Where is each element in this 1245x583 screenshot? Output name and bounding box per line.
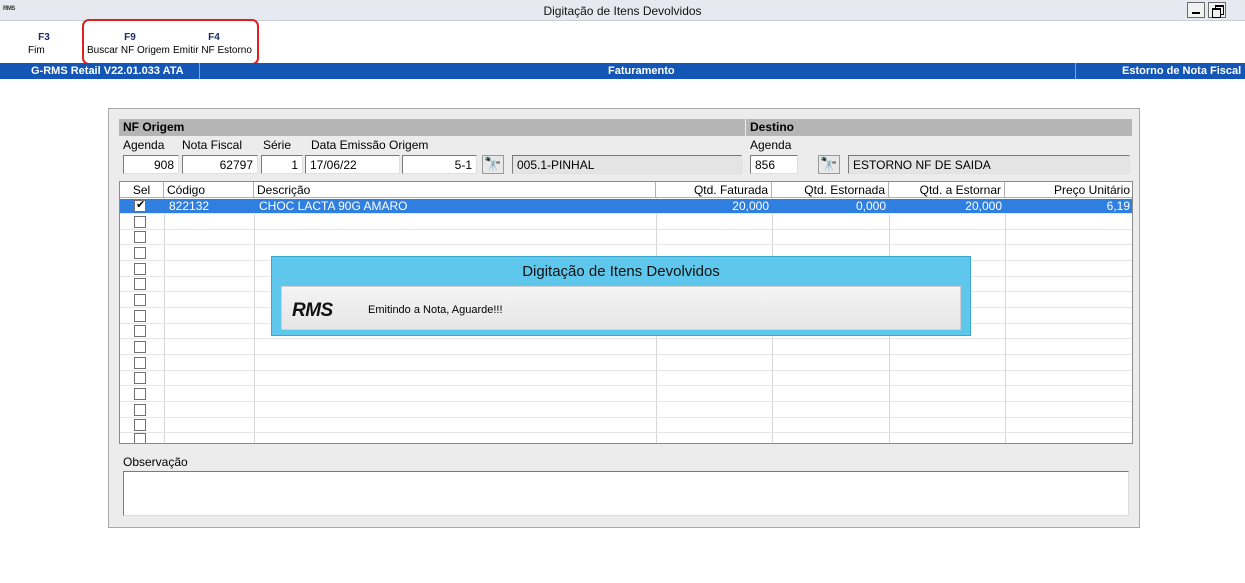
row-select-checkbox[interactable]: [134, 341, 146, 353]
grid-header: Sel Código Descrição Qtd. Faturada Qtd. …: [120, 182, 1132, 198]
table-row[interactable]: [120, 356, 1132, 371]
row-preco-unitario: 6,19: [1106, 199, 1130, 213]
row-select-checkbox[interactable]: [134, 372, 146, 384]
row-select-checkbox[interactable]: [134, 294, 146, 306]
module-text: Faturamento: [608, 65, 675, 77]
row-select-checkbox[interactable]: [134, 404, 146, 416]
table-row[interactable]: [120, 403, 1132, 418]
col-sel[interactable]: Sel: [120, 182, 164, 198]
row-select-checkbox[interactable]: [134, 419, 146, 431]
highlight-annotation: [82, 19, 259, 65]
row-qtd-estornar[interactable]: 20,000: [889, 199, 1005, 214]
row-select-checkbox[interactable]: [134, 388, 146, 400]
row-select-checkbox[interactable]: [134, 325, 146, 337]
row-select-checkbox[interactable]: [134, 247, 146, 259]
rms-logo: RMS: [292, 300, 333, 321]
col-preco-unitario[interactable]: Preço Unitário: [1005, 182, 1132, 198]
title-bar: RMS Digitação de Itens Devolvidos: [0, 0, 1245, 21]
row-codigo: 822132: [169, 199, 210, 213]
restore-button[interactable]: [1208, 2, 1226, 18]
destino-header: Destino: [746, 119, 1132, 136]
destino-descricao-field: ESTORNO NF DE SAIDA: [848, 155, 1130, 174]
observacao-textarea[interactable]: [123, 471, 1129, 516]
col-codigo[interactable]: Código: [164, 182, 254, 198]
agenda-label: Agenda: [123, 138, 165, 152]
row-select-checkbox[interactable]: [134, 433, 146, 443]
row-select-checkbox[interactable]: [134, 278, 146, 290]
row-qtd-faturada: 20,000: [732, 199, 769, 213]
screen-text: Estorno de Nota Fiscal: [1122, 65, 1242, 77]
table-row[interactable]: [120, 215, 1132, 230]
status-separator: [199, 63, 200, 79]
table-row[interactable]: [120, 340, 1132, 355]
nota-fiscal-label: Nota Fiscal: [182, 138, 243, 152]
col-qtd-estornada[interactable]: Qtd. Estornada: [772, 182, 889, 198]
table-row[interactable]: [120, 433, 1132, 443]
col-descricao[interactable]: Descrição: [254, 182, 656, 198]
row-descricao: CHOC LACTA 90G AMARO: [259, 199, 408, 213]
col-qtd-estornar[interactable]: Qtd. a Estornar: [889, 182, 1005, 198]
window-title: Digitação de Itens Devolvidos: [543, 4, 702, 18]
version-text: G-RMS Retail V22.01.033 ATA: [31, 65, 184, 77]
loja-nome-field: 005.1-PINHAL: [512, 155, 742, 174]
serie-field[interactable]: 1: [261, 155, 303, 174]
binoculars-search-icon[interactable]: 🔭: [482, 155, 504, 174]
data-emissao-label: Data Emissão Origem: [311, 138, 429, 152]
status-separator: [1075, 63, 1076, 79]
row-select-checkbox[interactable]: [134, 216, 146, 228]
row-qtd-estornada: 0,000: [855, 199, 886, 213]
fim-label: Fim: [28, 45, 45, 56]
row-select-checkbox[interactable]: [134, 357, 146, 369]
dialog-title: Digitação de Itens Devolvidos: [522, 263, 720, 280]
serie-label: Série: [263, 138, 292, 152]
fim-button[interactable]: F3 Fim: [28, 31, 60, 56]
destino-binoculars-search-icon[interactable]: 🔭: [818, 155, 840, 174]
loja-codigo-field[interactable]: 5-1: [402, 155, 477, 174]
agenda-field[interactable]: 908: [123, 155, 179, 174]
table-row[interactable]: 822132 CHOC LACTA 90G AMARO 20,000 0,000…: [120, 198, 1132, 214]
row-select-checkbox[interactable]: [134, 263, 146, 275]
col-qtd-faturada[interactable]: Qtd. Faturada: [656, 182, 772, 198]
dialog-body: RMS Emitindo a Nota, Aguarde!!!: [281, 286, 961, 330]
row-select-checkbox[interactable]: [134, 231, 146, 243]
destino-agenda-label: Agenda: [750, 138, 792, 152]
nota-fiscal-field[interactable]: 62797: [182, 155, 258, 174]
dialog-message: Emitindo a Nota, Aguarde!!!: [368, 304, 503, 316]
observacao-label: Observação: [123, 455, 188, 469]
table-row[interactable]: [120, 387, 1132, 402]
status-bar: G-RMS Retail V22.01.033 ATA Faturamento …: [0, 63, 1245, 79]
data-emissao-field[interactable]: 17/06/22: [305, 155, 400, 174]
table-row[interactable]: [120, 371, 1132, 386]
destino-agenda-field[interactable]: 856: [750, 155, 798, 174]
nf-origem-header: NF Origem: [119, 119, 745, 136]
row-select-checkbox[interactable]: [134, 310, 146, 322]
minimize-button[interactable]: [1187, 2, 1205, 18]
row-select-checkbox[interactable]: [134, 198, 146, 212]
progress-dialog: Digitação de Itens Devolvidos RMS Emitin…: [271, 256, 971, 336]
fim-key: F3: [38, 32, 50, 43]
table-row[interactable]: [120, 230, 1132, 245]
table-row[interactable]: [120, 418, 1132, 433]
